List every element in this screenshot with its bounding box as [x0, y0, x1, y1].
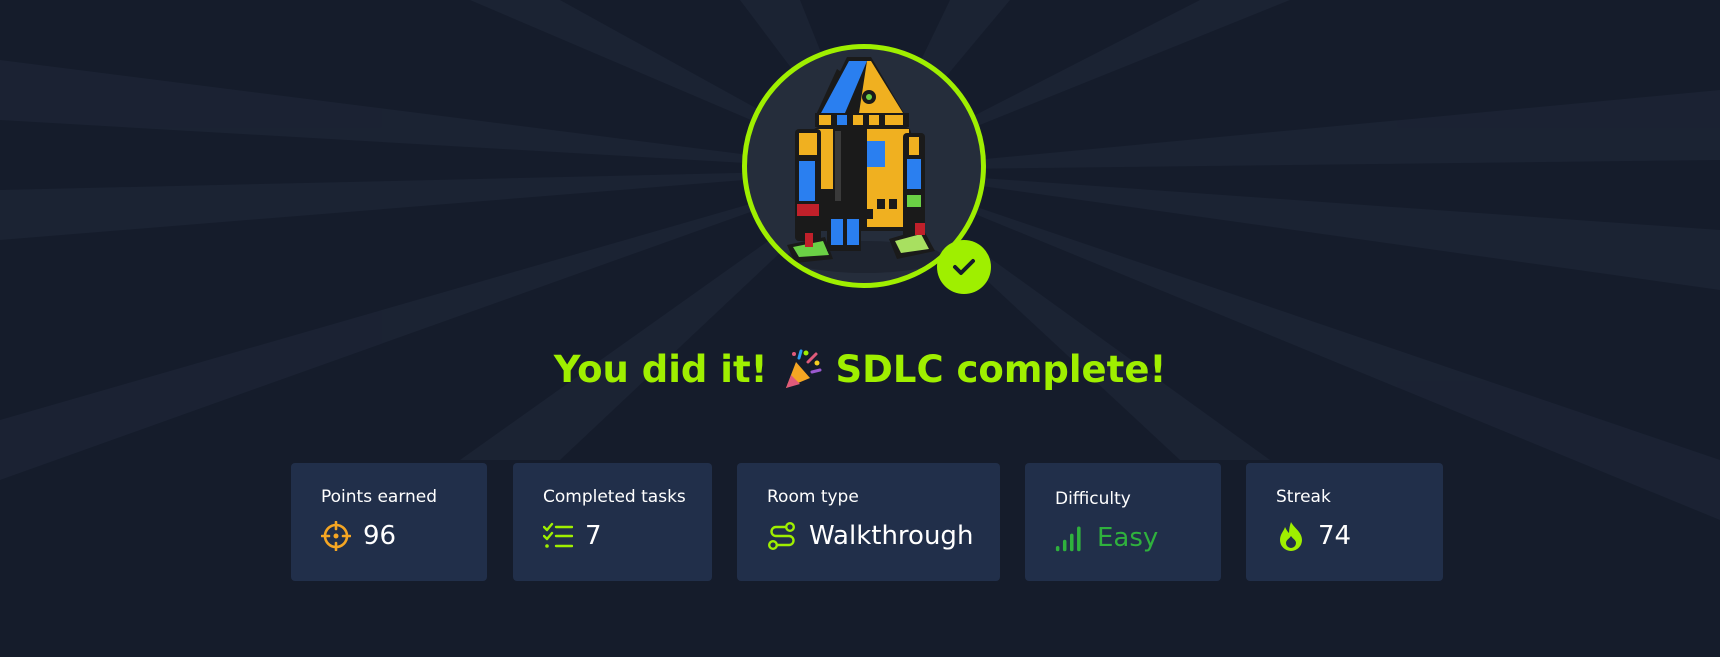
stat-value-difficulty: Easy [1097, 523, 1159, 553]
stat-label: Points earned [321, 487, 438, 507]
stat-label: Streak [1276, 487, 1331, 507]
stat-card-points: Points earned 96 [291, 463, 487, 581]
checklist-icon [543, 521, 573, 551]
headline-text-before: You did it! [553, 347, 768, 391]
stat-card-difficulty: Difficulty Easy [1025, 463, 1221, 581]
stat-value-tasks: 7 [585, 521, 602, 551]
stat-card-room-type: Room type Walkthrough [737, 463, 1000, 581]
stat-card-streak: Streak 74 [1246, 463, 1443, 581]
checkmark-icon [953, 259, 975, 275]
route-icon [767, 521, 797, 551]
crosshair-icon [321, 521, 351, 551]
stat-value-room-type: Walkthrough [809, 521, 974, 551]
completion-headline: You did it! SDLC complete! [0, 340, 1720, 398]
party-popper-icon [782, 348, 822, 392]
headline-text-after: SDLC complete! [835, 347, 1167, 391]
signal-bars-icon [1055, 523, 1085, 553]
stat-value-streak: 74 [1318, 521, 1352, 551]
avatar-container [742, 44, 994, 296]
stat-label: Room type [767, 487, 859, 507]
completed-badge [937, 240, 991, 294]
flame-icon [1276, 521, 1306, 551]
stat-value-points: 96 [363, 521, 397, 551]
stat-label: Completed tasks [543, 487, 686, 507]
stat-label: Difficulty [1055, 489, 1131, 509]
stat-card-tasks: Completed tasks 7 [513, 463, 712, 581]
